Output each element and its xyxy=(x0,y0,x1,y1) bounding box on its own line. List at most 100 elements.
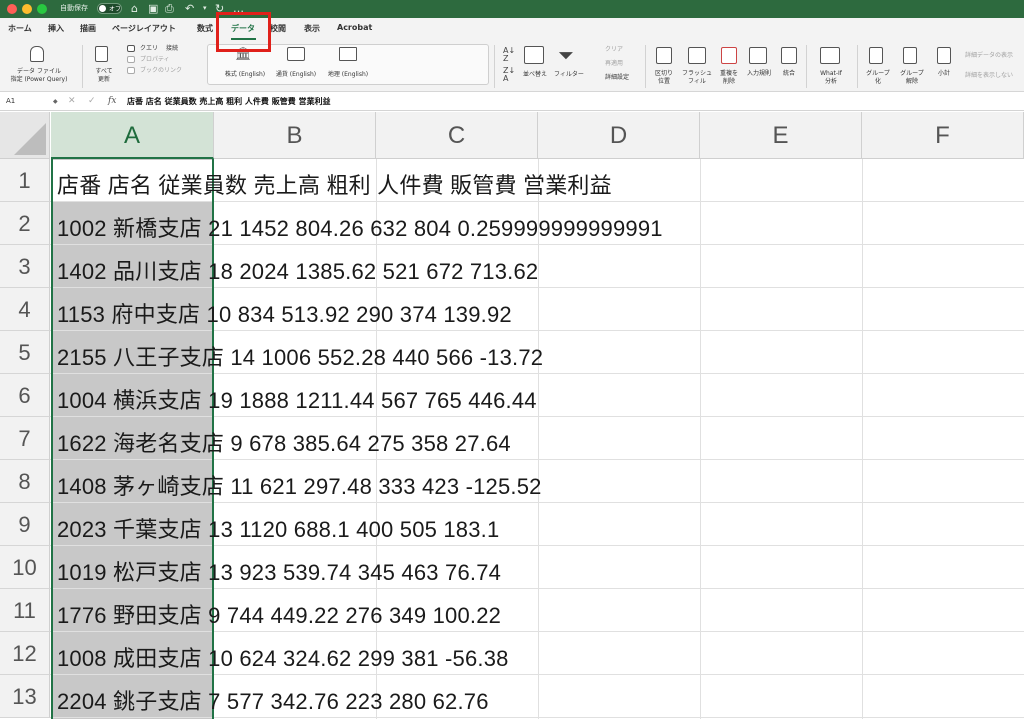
remove-duplicates-button[interactable]: 重複を xyxy=(716,70,742,78)
row-header[interactable]: 11 xyxy=(0,589,50,632)
tab-view[interactable]: 表示 xyxy=(304,23,320,34)
cell-a7[interactable]: 1622 海老名支店 9 678 385.64 275 358 27.64 xyxy=(57,426,511,458)
row-header[interactable]: 4 xyxy=(0,288,50,331)
close-window-button[interactable] xyxy=(7,4,17,14)
consolidate-button[interactable]: 統合 xyxy=(778,70,800,78)
tab-insert[interactable]: 挿入 xyxy=(48,23,64,34)
undo-icon[interactable]: ↶ xyxy=(185,1,194,16)
row-header[interactable]: 6 xyxy=(0,374,50,417)
row-header[interactable]: 1 xyxy=(0,159,50,202)
get-data-label-2[interactable]: 指定 (Power Query) xyxy=(3,76,75,84)
reapply-button[interactable]: 再適用 xyxy=(605,60,623,68)
cell-a1[interactable]: 店番 店名 従業員数 売上高 粗利 人件費 販管費 営業利益 xyxy=(57,168,612,200)
enter-icon[interactable]: ✓ xyxy=(88,95,96,108)
subtotal-button[interactable]: 小計 xyxy=(934,70,954,78)
row-header[interactable]: 5 xyxy=(0,331,50,374)
cell-a10[interactable]: 1019 松戸支店 13 923 539.74 345 463 76.74 xyxy=(57,555,501,587)
insert-function-button[interactable]: fx xyxy=(108,95,116,108)
row-header[interactable]: 13 xyxy=(0,675,50,718)
autosave-toggle[interactable]: オフ xyxy=(97,3,122,14)
cell-a2[interactable]: 1002 新橋支店 21 1452 804.26 632 804 0.25999… xyxy=(57,211,663,243)
column-header-b[interactable]: B xyxy=(214,112,376,159)
row-header[interactable]: 3 xyxy=(0,245,50,288)
row-header[interactable]: 7 xyxy=(0,417,50,460)
advanced-filter-button[interactable]: 詳細設定 xyxy=(605,74,629,82)
worksheet-grid[interactable]: A B C D E F 1 店番 店名 従業員数 売上高 粗利 人件費 販管費 営… xyxy=(0,112,1024,719)
cell-a5[interactable]: 2155 八王子支店 14 1006 552.28 440 566 -13.72 xyxy=(57,340,543,372)
gridline xyxy=(50,244,1024,245)
data-validation-button[interactable]: 入力規則 xyxy=(744,70,774,78)
undo-dropdown-icon[interactable]: ▾ xyxy=(203,1,207,16)
show-detail-button[interactable]: 詳細データの表示 xyxy=(965,52,1013,60)
cell-a3[interactable]: 1402 品川支店 18 2024 1385.62 521 672 713.62 xyxy=(57,254,538,286)
row-header[interactable]: 12 xyxy=(0,632,50,675)
row-header[interactable]: 2 xyxy=(0,202,50,245)
cancel-icon[interactable]: ✕ xyxy=(68,95,76,108)
column-header-c[interactable]: C xyxy=(376,112,538,159)
text-to-columns-label-2[interactable]: 位置 xyxy=(651,78,677,86)
tab-home[interactable]: ホーム xyxy=(8,23,32,34)
consolidate-icon xyxy=(781,47,797,64)
queries-icon xyxy=(127,45,135,52)
select-all-button[interactable] xyxy=(0,112,50,159)
sort-az-icon[interactable]: A↓ Z xyxy=(503,47,515,63)
cell-a4[interactable]: 1153 府中支店 10 834 513.92 290 374 139.92 xyxy=(57,297,512,329)
geography-button[interactable]: 地理 (English) xyxy=(325,71,371,79)
row-header[interactable]: 9 xyxy=(0,503,50,546)
text-to-columns-button[interactable]: 区切り xyxy=(651,70,677,78)
name-box[interactable]: A1 xyxy=(4,95,60,108)
print-icon[interactable]: ⎙ xyxy=(165,1,174,16)
refresh-all-button[interactable]: すべて xyxy=(90,68,118,76)
zoom-window-button[interactable] xyxy=(37,4,47,14)
save-icon[interactable]: ▣ xyxy=(148,1,158,16)
refresh-all-label-2[interactable]: 更新 xyxy=(90,76,118,84)
flash-fill-icon xyxy=(688,47,706,64)
sort-za-icon[interactable]: Z↓ A xyxy=(503,67,515,83)
flash-fill-label-2[interactable]: フィル xyxy=(680,78,714,86)
tab-draw[interactable]: 描画 xyxy=(80,23,96,34)
what-if-label-2[interactable]: 分析 xyxy=(814,78,848,86)
group-button[interactable]: グループ xyxy=(864,70,892,78)
edit-links-button[interactable]: ブックのリンク xyxy=(140,67,182,75)
group-label-2[interactable]: 化 xyxy=(864,78,892,86)
sort-button[interactable]: 並べ替え xyxy=(520,71,550,79)
row-header[interactable]: 10 xyxy=(0,546,50,589)
minimize-window-button[interactable] xyxy=(22,4,32,14)
properties-button[interactable]: プロパティ xyxy=(140,56,170,64)
cell-a9[interactable]: 2023 千葉支店 13 1120 688.1 400 505 183.1 xyxy=(57,512,499,544)
currencies-button[interactable]: 通貨 (English) xyxy=(272,71,320,79)
gridline xyxy=(538,159,539,719)
cell-a12[interactable]: 1008 成田支店 10 624 324.62 299 381 -56.38 xyxy=(57,641,509,673)
gridline xyxy=(50,201,1024,202)
stocks-button[interactable]: 株式 (English) xyxy=(222,71,268,79)
gridline xyxy=(50,459,1024,460)
hide-detail-button[interactable]: 詳細を表示しない xyxy=(965,72,1013,80)
filter-button[interactable]: フィルター xyxy=(551,71,587,79)
tab-review[interactable]: 校閲 xyxy=(270,23,286,34)
tab-formulas[interactable]: 数式 xyxy=(197,23,213,34)
connections-button[interactable]: 接続 xyxy=(166,45,178,53)
gridline xyxy=(50,588,1024,589)
formula-input[interactable]: 店番 店名 従業員数 売上高 粗利 人件費 販管費 営業利益 xyxy=(127,95,331,108)
tab-page-layout[interactable]: ページレイアウト xyxy=(112,23,176,34)
clear-filter-button[interactable]: クリア xyxy=(605,46,623,54)
cell-a6[interactable]: 1004 横浜支店 19 1888 1211.44 567 765 446.44 xyxy=(57,383,537,415)
column-header-e[interactable]: E xyxy=(700,112,862,159)
queries-button[interactable]: クエリ xyxy=(140,45,158,53)
flash-fill-button[interactable]: フラッシュ xyxy=(680,70,714,78)
cell-a11[interactable]: 1776 野田支店 9 744 449.22 276 349 100.22 xyxy=(57,598,501,630)
get-data-button[interactable]: データ ファイル xyxy=(14,68,64,76)
row-header[interactable]: 8 xyxy=(0,460,50,503)
column-header-a[interactable]: A xyxy=(51,112,214,159)
ungroup-label-2[interactable]: 解除 xyxy=(898,78,926,86)
remove-duplicates-label-2[interactable]: 削除 xyxy=(716,78,742,86)
ungroup-button[interactable]: グループ xyxy=(898,70,926,78)
name-box-dropdown-icon[interactable]: ◆ xyxy=(53,95,58,108)
tab-acrobat[interactable]: Acrobat xyxy=(337,23,372,32)
column-header-f[interactable]: F xyxy=(862,112,1024,159)
home-icon[interactable]: ⌂ xyxy=(131,1,138,16)
column-header-d[interactable]: D xyxy=(538,112,700,159)
cell-a13[interactable]: 2204 銚子支店 7 577 342.76 223 280 62.76 xyxy=(57,684,489,716)
cell-a8[interactable]: 1408 茅ヶ崎支店 11 621 297.48 333 423 -125.52 xyxy=(57,469,542,501)
what-if-button[interactable]: What-If xyxy=(814,70,848,78)
